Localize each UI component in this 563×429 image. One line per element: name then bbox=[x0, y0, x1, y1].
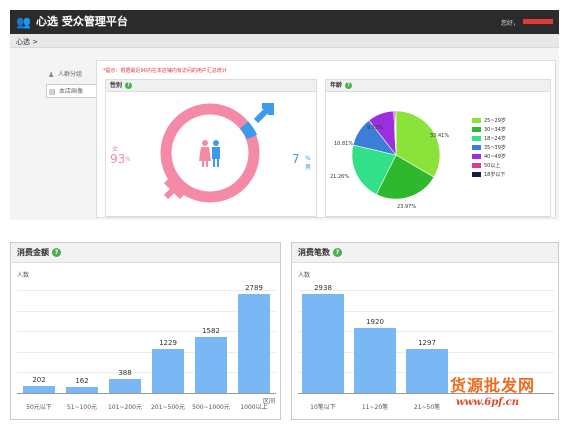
bar-value-label: 388 bbox=[118, 369, 132, 378]
bar[interactable] bbox=[152, 349, 184, 393]
help-icon[interactable]: ? bbox=[52, 248, 61, 257]
legend-swatch bbox=[472, 118, 481, 123]
category-label: 51~100元 bbox=[66, 404, 98, 411]
username-redacted[interactable] bbox=[523, 19, 553, 24]
female-percent: 93 bbox=[110, 152, 126, 166]
bar-value-label: 1297 bbox=[418, 339, 436, 348]
category-label: 50元以下 bbox=[26, 404, 52, 411]
spend-y-label: 人数 bbox=[17, 272, 30, 279]
legend-swatch bbox=[472, 163, 481, 168]
gender-header: 性别? bbox=[106, 80, 316, 92]
bar[interactable] bbox=[302, 293, 344, 393]
breadcrumb: 心选 > bbox=[10, 34, 559, 48]
man-icon bbox=[213, 140, 219, 146]
bar[interactable] bbox=[109, 379, 141, 393]
count-title: 消费笔数 bbox=[298, 248, 330, 257]
pie-label-18-24: 21.26% bbox=[330, 174, 350, 180]
legend-label: 30~34岁 bbox=[484, 127, 506, 133]
male-unit: % bbox=[305, 155, 311, 162]
legend-item[interactable]: 30~34岁 bbox=[472, 127, 506, 134]
tip-text: *提示：根据最近90内在本店铺内有访问的用户汇总统计 bbox=[103, 68, 227, 74]
bar[interactable] bbox=[23, 385, 55, 393]
category-label: 11~20笔 bbox=[361, 404, 389, 411]
legend-swatch bbox=[472, 127, 481, 132]
legend-swatch bbox=[472, 172, 481, 177]
top-bar: 👥 心选 受众管理平台 您好， bbox=[10, 10, 559, 34]
sidebar-item-label: 人群分组 bbox=[58, 71, 83, 78]
category-label: 10笔以下 bbox=[310, 404, 336, 411]
legend-label: 50以上 bbox=[484, 163, 501, 169]
bar[interactable] bbox=[195, 336, 227, 393]
legend-item[interactable]: 18岁以下 bbox=[472, 172, 505, 179]
legend-swatch bbox=[472, 145, 481, 150]
profile-icon: ▤ bbox=[49, 88, 56, 96]
gender-card: 性别? 女 93 % 7 % 男 bbox=[105, 79, 317, 217]
pie-label-40-49: 9.72% bbox=[367, 125, 383, 131]
legend-swatch bbox=[472, 154, 481, 159]
users-logo-icon: 👥 bbox=[16, 15, 31, 29]
bar-value-label: 1920 bbox=[366, 318, 384, 327]
female-unit: % bbox=[125, 156, 131, 163]
count-y-label: 人数 bbox=[298, 272, 311, 279]
bar-value-label: 1582 bbox=[202, 326, 220, 335]
help-icon[interactable]: ? bbox=[333, 248, 342, 257]
watermark-title: 货源批发网 bbox=[450, 376, 536, 395]
legend-item[interactable]: 25~29岁 bbox=[472, 118, 506, 125]
spend-header: 消费金额? bbox=[11, 243, 280, 263]
spend-x-unit: 区间 bbox=[263, 398, 276, 405]
legend-label: 18~24岁 bbox=[484, 136, 506, 142]
male-percent: 7 bbox=[292, 152, 300, 166]
legend-item[interactable]: 40~49岁 bbox=[472, 154, 506, 161]
age-pie-chart bbox=[351, 110, 441, 200]
category-label: 500~1000元 bbox=[192, 404, 230, 411]
user-icon: ♟ bbox=[48, 71, 55, 79]
user-greeting: 您好， bbox=[500, 20, 519, 27]
male-symbol-icon bbox=[253, 103, 274, 124]
legend-label: 40~49岁 bbox=[484, 154, 506, 160]
legend-label: 35~39岁 bbox=[484, 145, 506, 151]
bar[interactable] bbox=[66, 387, 98, 393]
profile-panel: ♟ 人群分组 ▤ 本店画像 *提示：根据最近90内在本店铺内有访问的用户汇总统计… bbox=[10, 48, 559, 220]
bar-value-label: 1229 bbox=[159, 339, 177, 348]
gender-ring-svg bbox=[160, 103, 274, 203]
gender-title: 性别 bbox=[110, 82, 123, 89]
x-axis bbox=[17, 393, 276, 394]
bar[interactable] bbox=[406, 349, 448, 393]
category-label: 21~50笔 bbox=[413, 404, 441, 411]
legend-item[interactable]: 18~24岁 bbox=[472, 136, 506, 143]
watermark-url: www.6pf.cn bbox=[456, 397, 520, 408]
pie-label-25-29: 33.41% bbox=[430, 133, 450, 139]
age-card: 年龄? 33.41% 23.97% 21.26% 10.81% 9.72% 25… bbox=[325, 79, 551, 217]
bar-value-label: 162 bbox=[75, 377, 89, 386]
pie-label-35-39: 10.81% bbox=[334, 141, 354, 147]
male-arc bbox=[239, 121, 258, 140]
legend-label: 25~29岁 bbox=[484, 118, 506, 124]
category-label: 201~500元 bbox=[151, 404, 185, 411]
count-header: 消费笔数? bbox=[292, 243, 558, 263]
profile-content: *提示：根据最近90内在本店铺内有访问的用户汇总统计 性别? 女 93 % 7 bbox=[96, 60, 556, 218]
woman-icon bbox=[202, 140, 208, 146]
help-icon[interactable]: ? bbox=[345, 82, 353, 89]
legend-item[interactable]: 50以上 bbox=[472, 163, 500, 170]
bar-value-label: 2938 bbox=[314, 283, 332, 292]
spend-title: 消费金额 bbox=[17, 248, 49, 257]
spend-amount-card: 消费金额? 人数 202 50元以下 162 51~100元 388 101~200元 12… bbox=[10, 242, 281, 420]
legend-label: 18岁以下 bbox=[484, 172, 506, 178]
app-title: 心选 受众管理平台 bbox=[36, 15, 128, 28]
bar-value-label: 202 bbox=[32, 375, 46, 384]
age-header: 年龄? bbox=[326, 80, 550, 92]
sidebar-item-label: 本店画像 bbox=[59, 88, 84, 95]
bar-value-label: 2789 bbox=[245, 283, 263, 292]
help-icon[interactable]: ? bbox=[125, 82, 133, 89]
legend-item[interactable]: 35~39岁 bbox=[472, 145, 506, 152]
breadcrumb-label[interactable]: 心选 > bbox=[16, 37, 38, 47]
category-label: 101~200元 bbox=[108, 404, 142, 411]
age-title: 年龄 bbox=[330, 82, 343, 89]
bar[interactable] bbox=[238, 293, 270, 393]
male-label: 男 bbox=[305, 164, 312, 171]
legend-swatch bbox=[472, 136, 481, 141]
pie-label-30-34: 23.97% bbox=[397, 204, 417, 210]
bar[interactable] bbox=[354, 328, 396, 393]
